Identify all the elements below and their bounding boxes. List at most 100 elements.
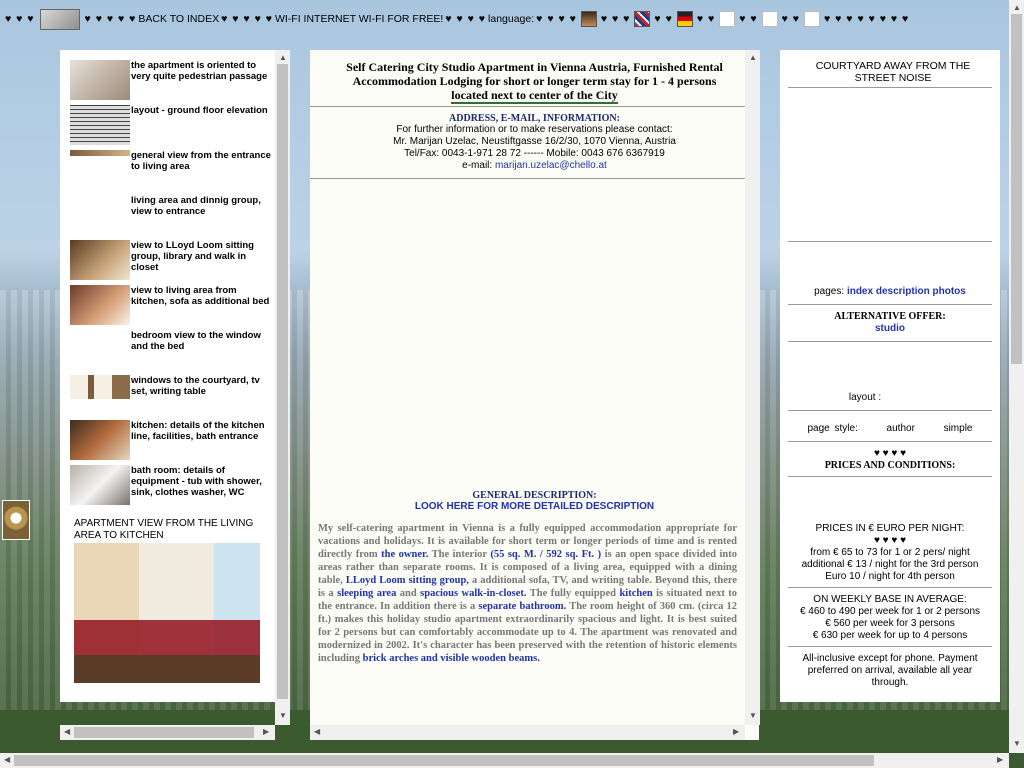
photo-caption[interactable]: the apartment is oriented to very quite …	[130, 60, 275, 105]
scroll-left-arrow-icon[interactable]: ◀	[4, 756, 10, 764]
language-flag-blank-icon[interactable]	[761, 11, 778, 27]
photo-thumbnail[interactable]	[70, 60, 130, 100]
weekly-prices-heading: ON WEEKLY BASE IN AVERAGE:	[813, 594, 967, 605]
size-link[interactable]: (55 sq. M. / 592 sq. Ft. )	[490, 549, 601, 560]
scrollbar-thumb[interactable]	[74, 727, 254, 738]
list-item[interactable]: layout - ground floor elevation	[70, 105, 275, 150]
photo-caption[interactable]: view to LLoyd Loom sitting group, librar…	[130, 240, 275, 285]
bathroom-link[interactable]: separate bathroom.	[478, 601, 566, 612]
divider	[788, 476, 992, 477]
photo-caption[interactable]: bath room: details of equipment - tub wi…	[130, 465, 275, 510]
german-flag-icon[interactable]	[676, 11, 693, 27]
divider	[310, 178, 759, 179]
pages-link-description[interactable]: description	[876, 286, 930, 297]
address-heading: ADDRESS, E-MAIL, INFORMATION:	[449, 113, 620, 124]
uk-flag-icon[interactable]	[634, 11, 651, 27]
owner-link[interactable]: the owner.	[381, 549, 428, 560]
walk-in-closet-link[interactable]: spacious walk-in-closet.	[420, 588, 526, 599]
night-prices-heading: PRICES IN € EURO PER NIGHT:	[815, 523, 965, 534]
kitchen-link[interactable]: kitchen	[619, 588, 652, 599]
scrollbar-thumb[interactable]	[277, 64, 288, 699]
back-to-index-link[interactable]: BACK TO INDEX	[138, 13, 219, 25]
page-vertical-scrollbar[interactable]: ▲ ▼	[1009, 0, 1024, 753]
list-item[interactable]: general view from the entrance to living…	[70, 150, 275, 195]
scroll-up-arrow-icon[interactable]: ▲	[749, 54, 757, 62]
page-horizontal-scrollbar[interactable]: ◀ ▶	[0, 753, 1009, 768]
photo-caption[interactable]: layout - ground floor elevation	[130, 105, 275, 150]
center-frame-horizontal-scrollbar[interactable]: ◀ ▶	[310, 725, 745, 740]
scroll-right-arrow-icon[interactable]: ▶	[997, 756, 1003, 764]
scroll-down-arrow-icon[interactable]: ▼	[749, 712, 757, 720]
person-photo-icon[interactable]	[580, 11, 597, 27]
title-line: located next to center of the City	[451, 88, 618, 104]
title-line: Accommodation Lodging for short or longe…	[352, 74, 717, 88]
left-frame-vertical-scrollbar[interactable]: ▲ ▼	[275, 50, 290, 725]
scroll-down-arrow-icon[interactable]: ▼	[1013, 740, 1021, 748]
brick-arches-link[interactable]: brick arches and visible wooden beams.	[363, 653, 540, 664]
scroll-up-arrow-icon[interactable]: ▲	[279, 54, 287, 62]
header-thumbnail[interactable]	[39, 8, 80, 30]
list-item[interactable]: view to LLoyd Loom sitting group, librar…	[70, 240, 275, 285]
photo-thumbnail[interactable]	[70, 375, 130, 399]
photo-thumbnail[interactable]	[70, 330, 130, 370]
list-item[interactable]: bedroom view to the window and the bed	[70, 330, 275, 375]
scroll-right-arrow-icon[interactable]: ▶	[263, 728, 269, 736]
night-price-line: additional € 13 / night for the 3rd pers…	[801, 559, 979, 570]
list-item[interactable]: kitchen: details of the kitchen line, fa…	[70, 420, 275, 465]
email-label: e-mail:	[462, 160, 493, 171]
pages-link-index[interactable]: index	[847, 286, 873, 297]
lloyd-loom-link[interactable]: LLoyd Loom sitting group,	[346, 575, 469, 586]
courtyard-text: COURTYARD AWAY FROM THE STREET NOISE	[815, 60, 971, 84]
list-item[interactable]: the apartment is oriented to very quite …	[70, 60, 275, 105]
scrollbar-thumb[interactable]	[14, 755, 874, 766]
side-logo-image[interactable]	[2, 500, 30, 540]
pages-label: pages:	[814, 286, 845, 297]
list-item[interactable]: living area and dinnig group, view to en…	[70, 195, 275, 240]
page-style-label: page style:	[807, 423, 858, 434]
left-frame-horizontal-scrollbar[interactable]: ◀ ▶	[60, 725, 275, 740]
studio-link[interactable]: studio	[780, 323, 1000, 335]
divider	[788, 646, 992, 647]
language-flag-blank-icon[interactable]	[719, 11, 736, 27]
photo-thumbnail[interactable]	[70, 105, 130, 145]
language-label: language:	[488, 13, 535, 25]
photo-thumbnail[interactable]	[70, 285, 130, 325]
list-item[interactable]: bath room: details of equipment - tub wi…	[70, 465, 275, 510]
photo-caption[interactable]: general view from the entrance to living…	[130, 150, 275, 195]
contact-address: Mr. Marijan Uzelac, Neustiftgasse 16/2/3…	[393, 136, 676, 147]
sleeping-area-link[interactable]: sleeping area	[337, 588, 396, 599]
contact-block: For further information or to make reser…	[310, 124, 759, 172]
list-item[interactable]: view to living area from kitchen, sofa a…	[70, 285, 275, 330]
photo-caption[interactable]: view to living area from kitchen, sofa a…	[130, 285, 275, 330]
scroll-down-arrow-icon[interactable]: ▼	[279, 712, 287, 720]
list-item[interactable]: windows to the courtyard, tv set, writin…	[70, 375, 275, 420]
photo-thumbnail[interactable]	[70, 420, 130, 460]
photo-caption[interactable]: living area and dinnig group, view to en…	[130, 195, 275, 240]
scrollbar-thumb[interactable]	[1011, 14, 1022, 364]
photo-thumbnail[interactable]	[70, 240, 130, 280]
hearts-decoration: ♥ ♥	[739, 13, 758, 25]
scroll-left-arrow-icon[interactable]: ◀	[314, 728, 320, 736]
hearts-decoration: ♥ ♥	[654, 13, 673, 25]
photo-caption[interactable]: bedroom view to the window and the bed	[130, 330, 275, 375]
hearts-decoration: ♥ ♥	[781, 13, 800, 25]
language-flag-blank-icon[interactable]	[803, 11, 820, 27]
photo-thumbnail[interactable]	[70, 465, 130, 505]
scroll-left-arrow-icon[interactable]: ◀	[64, 728, 70, 736]
layout-label: layout :	[848, 392, 882, 403]
style-author-option[interactable]: author	[887, 423, 915, 434]
photo-caption[interactable]: windows to the courtyard, tv set, writin…	[130, 375, 275, 420]
photo-thumbnail[interactable]	[70, 150, 130, 156]
pages-link-photos[interactable]: photos	[933, 286, 966, 297]
photo-thumbnail[interactable]	[70, 195, 130, 235]
weekly-price-line: € 630 per week for up to 4 persons	[812, 630, 968, 641]
scroll-right-arrow-icon[interactable]: ▶	[733, 728, 739, 736]
hearts-decoration: ♥ ♥ ♥	[5, 13, 35, 25]
alternative-offer-heading: ALTERNATIVE OFFER:	[834, 311, 946, 322]
center-frame-vertical-scrollbar[interactable]: ▲ ▼	[745, 50, 760, 725]
scroll-up-arrow-icon[interactable]: ▲	[1013, 4, 1021, 12]
photo-caption[interactable]: kitchen: details of the kitchen line, fa…	[130, 420, 275, 465]
detailed-description-link[interactable]: LOOK HERE FOR MORE DETAILED DESCRIPTION	[310, 501, 759, 512]
email-link[interactable]: marijan.uzelac@chello.at	[495, 160, 607, 171]
style-simple-option[interactable]: simple	[944, 423, 973, 434]
